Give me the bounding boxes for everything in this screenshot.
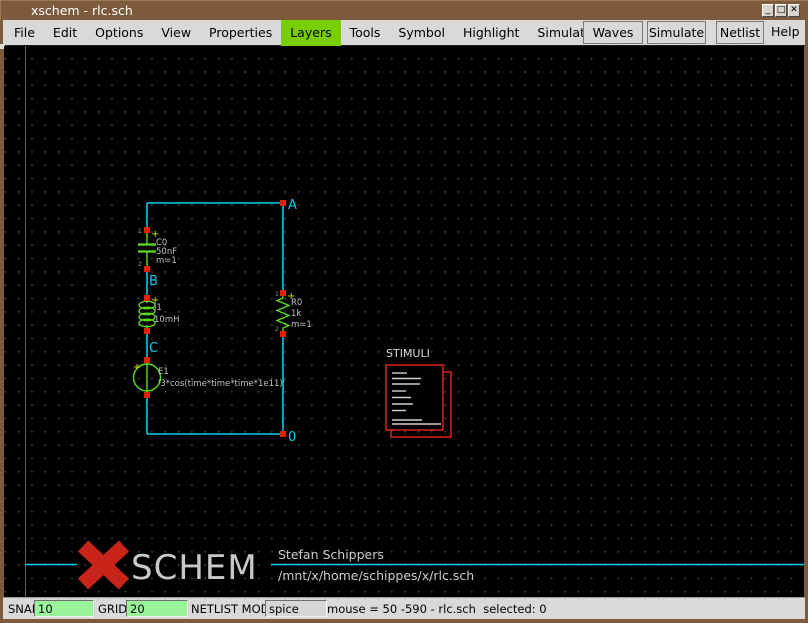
pin-terminal <box>144 295 150 301</box>
title-bar[interactable]: xschem - rlc.sch _ □ ✕ <box>0 0 808 20</box>
component-ref: R0 <box>291 298 302 308</box>
menu-item-tools[interactable]: Tools <box>341 20 390 46</box>
pin-terminal <box>144 357 150 363</box>
xschem-window: xschem - rlc.sch _ □ ✕ File Edit Options… <box>0 0 808 623</box>
author-text: Stefan Schippers <box>278 547 384 562</box>
pin-terminal <box>280 200 286 206</box>
pin-terminal <box>280 290 286 296</box>
menu-item-properties[interactable]: Properties <box>200 20 281 46</box>
component-ref: E1 <box>158 367 169 377</box>
snap-input[interactable] <box>34 600 94 617</box>
filepath-text: /mnt/x/home/schippes/x/rlc.sch <box>278 568 474 583</box>
pin-number: 1 <box>138 227 142 235</box>
net-label-0[interactable]: 0 <box>288 430 296 445</box>
net-label-a[interactable]: A <box>288 198 297 213</box>
component-mult: m=1 <box>156 256 177 266</box>
waves-button[interactable]: Waves <box>583 21 643 44</box>
logo-text: SCHEM <box>131 548 258 588</box>
component-mult: m=1 <box>291 320 312 330</box>
pin-terminal <box>144 266 150 272</box>
pin-terminal <box>144 227 150 233</box>
pin-number: 2 <box>138 260 142 268</box>
schematic-canvas[interactable]: + 1 2 C0 50nF m=1 + <box>4 46 804 597</box>
window-title: xschem - rlc.sch <box>31 1 133 21</box>
component-ref: l1 <box>154 303 162 313</box>
mouse-status-text: mouse = 50 -590 - rlc.sch selected: 0 <box>327 602 547 616</box>
pin-terminal <box>280 431 286 437</box>
stimuli-title: STIMULI <box>386 347 430 360</box>
menu-item-symbol[interactable]: Symbol <box>389 20 454 46</box>
minimize-button[interactable]: _ <box>762 4 774 17</box>
polarity-mark: + <box>133 362 141 373</box>
close-button[interactable]: ✕ <box>788 4 800 17</box>
grid-input[interactable] <box>126 600 188 617</box>
component-value: 10mH <box>154 315 180 325</box>
menu-item-layers[interactable]: Layers <box>281 20 340 46</box>
component-value: 1k <box>291 309 301 319</box>
stimuli-block[interactable]: STIMULI <box>386 347 451 437</box>
netlist-button[interactable]: Netlist <box>716 21 764 44</box>
netlist-mode-input[interactable] <box>265 600 327 617</box>
status-bar: SNAP: GRID: NETLIST MODE: mouse = 50 -59… <box>3 597 805 619</box>
pin-terminal <box>144 328 150 334</box>
logo-x-icon <box>83 546 124 584</box>
voltage-source-symbol[interactable]: + E1 '3*cos(time*time*time*1e11)' <box>133 357 285 398</box>
net-label-b[interactable]: B <box>149 274 158 289</box>
menu-item-options[interactable]: Options <box>86 20 152 46</box>
menu-items: File Edit Options View Properties Layers… <box>5 20 613 46</box>
resistor-symbol[interactable]: + 1 2 R0 1k m=1 <box>275 290 312 337</box>
menu-bar: File Edit Options View Properties Layers… <box>3 20 805 46</box>
menu-item-file[interactable]: File <box>5 20 44 46</box>
component-value: '3*cos(time*time*time*1e11)' <box>158 379 285 389</box>
pin-terminal <box>280 331 286 337</box>
menu-item-edit[interactable]: Edit <box>44 20 86 46</box>
xschem-logo: SCHEM <box>83 546 258 588</box>
menu-item-view[interactable]: View <box>152 20 200 46</box>
capacitor-symbol[interactable]: + 1 2 C0 50nF m=1 <box>138 227 177 272</box>
menu-item-highlight[interactable]: Highlight <box>454 20 528 46</box>
maximize-button[interactable]: □ <box>775 4 787 17</box>
pin-terminal <box>144 392 150 398</box>
pin-number: 2 <box>275 325 279 333</box>
pin-number: 1 <box>275 290 279 298</box>
net-label-c[interactable]: C <box>149 341 158 356</box>
simulate-button[interactable]: Simulate <box>647 21 706 44</box>
help-button[interactable]: Help <box>771 21 800 44</box>
inductor-symbol[interactable]: + l1 10mH <box>139 295 180 334</box>
